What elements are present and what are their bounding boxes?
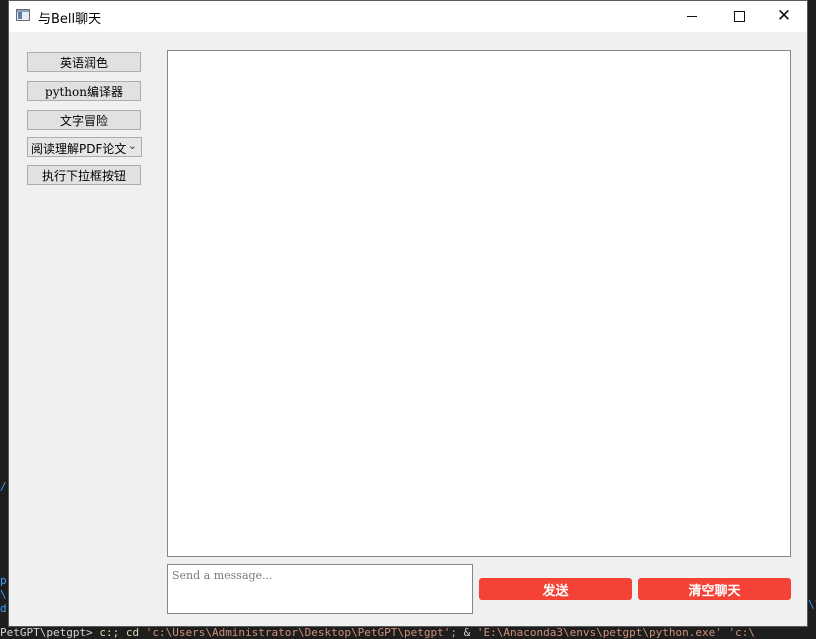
- mode-dropdown[interactable]: 阅读理解PDF论文 ⌄: [27, 137, 142, 157]
- close-button[interactable]: ✕: [761, 1, 807, 32]
- chevron-down-icon: ⌄: [127, 139, 137, 152]
- chat-history-area[interactable]: [167, 50, 791, 557]
- window-title: 与Bell聊天: [38, 12, 102, 27]
- terminal-arg: 'E:\Anaconda3\envs\petgpt\python.exe': [476, 627, 722, 639]
- english-polish-button[interactable]: 英语润色: [27, 52, 141, 72]
- text-adventure-button[interactable]: 文字冒险: [27, 110, 141, 130]
- terminal-amp: &: [463, 627, 471, 639]
- maximize-button[interactable]: [716, 1, 762, 32]
- bg-fragment: \: [0, 588, 7, 601]
- background-editor-fragment: / p \ d: [0, 480, 8, 627]
- terminal-cmd: cd: [125, 627, 140, 639]
- minimize-icon: [687, 16, 697, 17]
- maximize-icon: [733, 11, 745, 22]
- python-compiler-button[interactable]: python编译器: [27, 81, 141, 101]
- dropdown-selected-value: 阅读理解PDF论文: [31, 142, 127, 156]
- bg-fragment: /: [0, 480, 7, 493]
- minimize-button[interactable]: [669, 1, 715, 32]
- title-bar[interactable]: 与Bell聊天 ✕: [9, 1, 807, 32]
- app-window-icon: [16, 9, 30, 21]
- terminal-arg: 'c:\Users\Administrator\Desktop\PetGPT\p…: [145, 627, 457, 639]
- close-icon: ✕: [776, 6, 792, 26]
- background-editor-fragment-right: \l: [808, 590, 816, 627]
- message-input[interactable]: [167, 564, 473, 614]
- clear-chat-button[interactable]: 清空聊天: [638, 578, 791, 600]
- terminal-prompt: PetGPT\petgpt>: [0, 627, 93, 639]
- background-terminal: PetGPT\petgpt> c:; cd 'c:\Users\Administ…: [0, 627, 816, 639]
- send-button[interactable]: 发送: [479, 578, 632, 600]
- bg-fragment: d: [0, 602, 7, 615]
- chat-window: 与Bell聊天 ✕ 英语润色 python编译器 文字冒险 阅读理解PDF论文 …: [8, 0, 808, 627]
- bg-fragment: p: [0, 574, 7, 587]
- run-dropdown-button[interactable]: 执行下拉框按钮: [27, 165, 141, 185]
- terminal-cmd: c:;: [99, 627, 120, 639]
- bg-fragment: \l: [808, 598, 816, 611]
- terminal-arg: 'c:\: [728, 627, 756, 639]
